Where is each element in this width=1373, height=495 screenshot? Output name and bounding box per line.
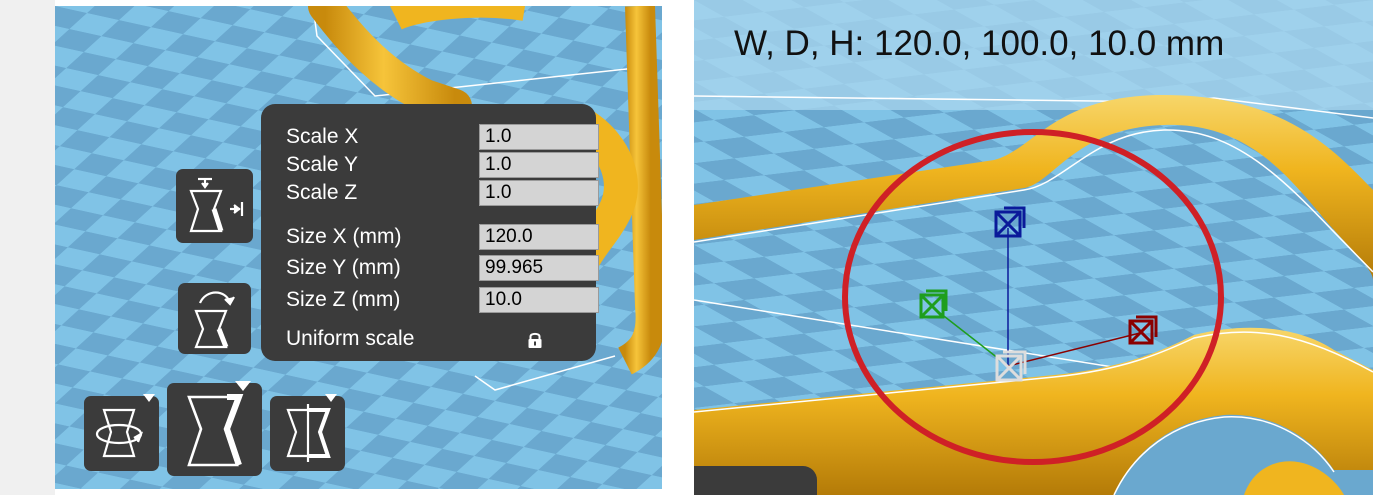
mirror-expand-indicator (325, 394, 337, 402)
scale-z-row: Scale Z 1.0 (286, 179, 599, 207)
scale-z-input[interactable]: 1.0 (479, 180, 599, 206)
scale-button-active[interactable] (167, 381, 262, 476)
sidebar-strip (0, 0, 55, 495)
lay-flat-button[interactable] (176, 169, 253, 243)
scale-x-input[interactable]: 1.0 (479, 124, 599, 150)
scale-x-label: Scale X (286, 125, 359, 148)
size-y-label: Size Y (mm) (286, 256, 401, 279)
size-z-row: Size Z (mm) 10.0 (286, 286, 599, 314)
size-x-label: Size X (mm) (286, 225, 402, 248)
uniform-scale-row: Uniform scale (286, 325, 586, 353)
lock-icon[interactable] (526, 331, 544, 349)
rotate-button[interactable] (84, 394, 159, 471)
size-y-row: Size Y (mm) 99.965 (286, 254, 599, 282)
reset-button[interactable] (178, 283, 251, 354)
model-dimensions-readout: W, D, H: 120.0, 100.0, 10.0 mm (734, 24, 1225, 63)
right-screenshot-panel: W, D, H: 120.0, 100.0, 10.0 mm (694, 0, 1373, 495)
scale-icon (187, 394, 244, 467)
bottom-left-panel-tab[interactable] (694, 466, 817, 495)
size-y-input[interactable]: 99.965 (479, 255, 599, 281)
scale-y-label: Scale Y (286, 153, 358, 176)
scale-settings-panel: Scale X 1.0 Scale Y 1.0 Scale Z 1.0 Size… (261, 104, 599, 361)
mirror-icon (286, 404, 331, 462)
scale-z-label: Scale Z (286, 181, 358, 204)
lay-flat-icon (189, 177, 244, 233)
viewport-3d[interactable] (694, 0, 1373, 495)
size-z-input[interactable]: 10.0 (479, 287, 599, 313)
scale-x-row: Scale X 1.0 (286, 123, 599, 151)
scale-y-input[interactable]: 1.0 (479, 152, 599, 178)
size-z-label: Size Z (mm) (286, 288, 401, 311)
scale-expand-indicator (235, 381, 251, 391)
rotate-expand-indicator (143, 394, 155, 402)
size-x-input[interactable]: 120.0 (479, 224, 599, 250)
uniform-scale-label: Uniform scale (286, 327, 415, 350)
left-screenshot-panel: Scale X 1.0 Scale Y 1.0 Scale Z 1.0 Size… (0, 0, 662, 495)
rotate-icon (95, 408, 144, 458)
scale-y-row: Scale Y 1.0 (286, 151, 599, 179)
size-x-row: Size X (mm) 120.0 (286, 223, 599, 251)
viewport-scene (694, 0, 1373, 495)
mirror-button[interactable] (270, 394, 345, 471)
reset-rotation-icon (194, 291, 235, 349)
